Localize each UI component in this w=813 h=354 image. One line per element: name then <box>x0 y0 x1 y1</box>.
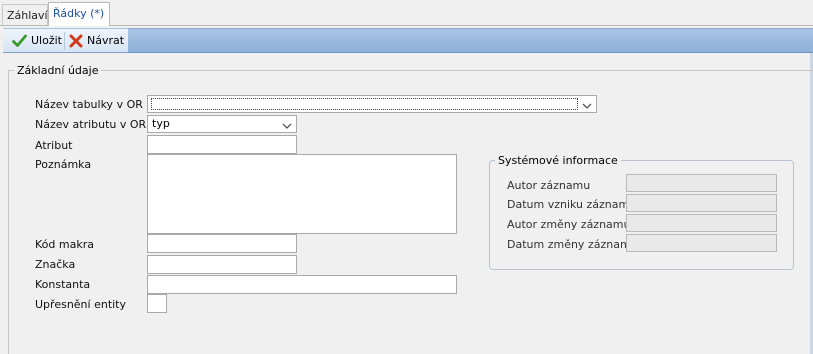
modified-date-label: Datum změny záznamu <box>507 238 638 251</box>
macro-code-input[interactable] <box>147 234 297 253</box>
note-label: Poznámka <box>35 158 92 171</box>
attribute-input[interactable] <box>147 135 297 154</box>
constant-input[interactable] <box>147 275 457 294</box>
save-button[interactable]: Uložit <box>12 31 62 51</box>
modifier-label: Autor změny záznamu <box>507 218 631 231</box>
tab-divider <box>0 25 813 26</box>
attribute-label: Atribut <box>35 139 73 152</box>
macro-code-label: Kód makra <box>35 238 94 251</box>
back-label: Návrat <box>87 34 125 47</box>
constant-label: Konstanta <box>35 278 91 291</box>
attribute-name-select[interactable]: typ <box>147 115 297 133</box>
tab-rows[interactable]: Řádky (*) <box>48 2 110 26</box>
author-label: Autor záznamu <box>507 179 591 192</box>
toolbar-background <box>128 28 813 53</box>
attribute-name-value: typ <box>152 117 170 130</box>
chevron-down-icon[interactable] <box>282 120 292 133</box>
table-name-label: Název tabulky v OR <box>35 98 143 111</box>
toolbar-separator <box>64 32 65 50</box>
note-textarea[interactable] <box>147 154 457 234</box>
system-info-title: Systémové informace <box>495 154 621 167</box>
back-button[interactable]: Návrat <box>69 31 124 51</box>
check-icon <box>12 34 27 48</box>
entity-spec-input[interactable] <box>147 294 167 313</box>
attribute-name-label: Název atributu v OR <box>35 118 147 131</box>
modified-date-field <box>626 234 777 252</box>
focus-indicator <box>151 98 578 110</box>
tab-bar <box>0 0 813 26</box>
tag-label: Značka <box>35 258 76 271</box>
entity-spec-label: Upřesnění entity <box>35 298 127 311</box>
modifier-field <box>626 214 777 232</box>
tab-header[interactable]: Záhlaví <box>2 4 48 25</box>
table-name-select[interactable] <box>147 95 597 113</box>
group-title: Základní údaje <box>14 64 102 77</box>
author-field <box>626 174 777 192</box>
tag-input[interactable] <box>147 255 297 274</box>
chevron-down-icon[interactable] <box>582 100 592 113</box>
created-date-label: Datum vzniku záznamu <box>507 198 637 211</box>
created-date-field <box>626 194 777 212</box>
save-label: Uložit <box>31 34 62 47</box>
cross-icon <box>69 34 83 48</box>
